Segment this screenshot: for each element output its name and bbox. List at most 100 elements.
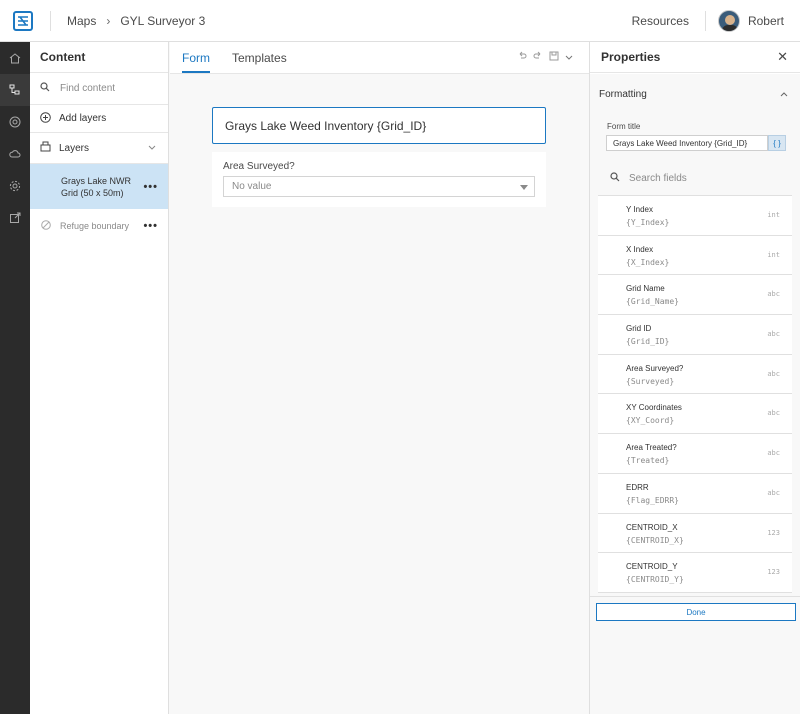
done-button[interactable]: Done [596, 603, 796, 621]
field-expression: {CENTROID_X} [626, 535, 684, 545]
more-options-icon[interactable]: ••• [143, 220, 158, 232]
layer-name: Refuge boundary [60, 221, 130, 231]
field-name: Area Surveyed? [626, 363, 684, 373]
field-type: abc [767, 409, 780, 418]
more-options-icon[interactable]: ••• [143, 181, 158, 193]
field-expression: {CENTROID_Y} [626, 575, 684, 585]
layers-stack-icon [40, 141, 51, 155]
left-rail [0, 42, 30, 714]
form-canvas: Grays Lake Weed Inventory {Grid_ID} Area… [170, 74, 589, 714]
avatar[interactable] [717, 9, 740, 32]
field-name: EDRR [626, 482, 649, 492]
field-expression: {Y_Index} [626, 218, 670, 227]
formatting-section-toggle[interactable]: Formatting [590, 74, 800, 114]
search-icon [610, 172, 620, 185]
chevron-down-icon[interactable] [565, 52, 573, 64]
chevron-down-icon [148, 143, 156, 154]
layer-name: Grays Lake NWR Grid (50 x 50m) [61, 175, 132, 198]
field-expression: {XY_Coord} [626, 416, 675, 426]
layers-icon[interactable] [0, 74, 30, 106]
divider [590, 596, 800, 597]
field-type: 123 [767, 568, 780, 577]
tab-templates[interactable]: Templates [232, 51, 287, 73]
add-layers-button[interactable]: Add layers [30, 105, 168, 133]
field-expression: {Flag_EDRR} [626, 495, 679, 505]
properties-title: Properties [601, 50, 661, 64]
form-title-input[interactable]: Grays Lake Weed Inventory {Grid_ID} [606, 135, 768, 151]
form-title-element[interactable]: Grays Lake Weed Inventory {Grid_ID} [212, 107, 546, 144]
share-icon[interactable] [0, 202, 30, 234]
undo-icon[interactable] [517, 51, 527, 64]
home-icon[interactable] [0, 42, 30, 74]
field-name: Area Treated? [626, 443, 677, 453]
header-divider [704, 10, 706, 31]
layers-label: Layers [59, 142, 90, 154]
field-type: abc [767, 369, 780, 378]
breadcrumb-current: GYL Surveyor 3 [120, 13, 206, 28]
search-icon [40, 82, 50, 95]
properties-header: Properties ✕ [590, 42, 800, 73]
field-type: abc [767, 330, 780, 339]
disabled-icon [41, 220, 51, 232]
field-item[interactable]: Grid Name {Grid_Name} abc [598, 275, 792, 316]
app-header: Maps › GYL Surveyor 3 Resources Robert [0, 0, 800, 42]
field-item[interactable]: CENTROID_X {CENTROID_X} 123 [598, 513, 792, 554]
layers-section-toggle[interactable]: Layers [30, 133, 168, 164]
cloud-icon[interactable] [0, 138, 30, 170]
field-expression: {Treated} [626, 456, 670, 466]
field-item[interactable]: Area Treated? {Treated} abc [598, 434, 792, 474]
field-name: CENTROID_X [626, 522, 678, 532]
field-item[interactable]: X Index {X_Index} int [598, 235, 792, 276]
field-item[interactable]: XY Coordinates {XY_Coord} abc [598, 394, 792, 435]
field-item[interactable]: CENTROID_Y {CENTROID_Y} 123 [598, 553, 792, 593]
form-field-area-surveyed[interactable]: Area Surveyed? No value [212, 152, 546, 207]
gear-icon[interactable] [0, 170, 30, 202]
field-item[interactable]: Area Surveyed? {Surveyed} abc [598, 354, 792, 395]
content-panel: Content Find content Add layers Layers G… [30, 42, 169, 714]
field-name: CENTROID_Y [626, 562, 678, 572]
user-name[interactable]: Robert [748, 14, 784, 28]
breadcrumb: Maps › GYL Surveyor 3 [67, 14, 205, 28]
field-name: X Index [626, 244, 654, 254]
close-icon[interactable]: ✕ [777, 49, 788, 65]
formatting-label: Formatting [599, 88, 647, 100]
field-item[interactable]: Y Index {Y_Index} int [598, 196, 792, 236]
field-type: abc [767, 290, 780, 299]
field-label: Area Surveyed? [223, 161, 295, 172]
field-type: 123 [767, 528, 780, 537]
form-tabs-bar: Form Templates [170, 42, 589, 74]
search-fields-placeholder: Search fields [629, 173, 687, 184]
area-surveyed-select[interactable]: No value [223, 176, 535, 197]
caret-down-icon [520, 185, 528, 190]
field-name: Y Index [626, 205, 653, 214]
layer-item-grid[interactable]: Grays Lake NWR Grid (50 x 50m) ••• [30, 164, 168, 209]
search-fields-input[interactable]: Search fields [598, 162, 792, 196]
field-item[interactable]: Grid ID {Grid_ID} abc [598, 315, 792, 355]
tab-form[interactable]: Form [182, 51, 210, 73]
layer-item-refuge-boundary[interactable]: Refuge boundary ••• [30, 209, 168, 243]
field-type: abc [767, 488, 780, 497]
save-icon[interactable] [549, 51, 559, 64]
field-expression: {Surveyed} [626, 376, 675, 386]
find-content-placeholder: Find content [60, 83, 116, 94]
field-item[interactable]: EDRR {Flag_EDRR} abc [598, 473, 792, 514]
resources-link[interactable]: Resources [632, 14, 689, 28]
plus-circle-icon [40, 111, 51, 126]
form-title-label: Form title [607, 122, 641, 131]
field-name: Grid Name [626, 284, 665, 294]
field-expression: {Grid_ID} [626, 337, 670, 347]
add-layers-label: Add layers [59, 113, 107, 124]
find-content-input[interactable]: Find content [30, 73, 168, 105]
chevron-up-icon [780, 89, 788, 100]
header-divider [50, 10, 51, 31]
field-list: Y Index {Y_Index} int X Index {X_Index} … [598, 196, 792, 593]
app-logo-icon[interactable] [13, 10, 33, 31]
field-name: Grid ID [626, 324, 652, 334]
field-type: abc [767, 449, 780, 458]
field-type: int [767, 250, 780, 259]
redo-icon[interactable] [533, 51, 543, 64]
breadcrumb-maps-link[interactable]: Maps [67, 14, 96, 28]
expression-button[interactable]: { } [768, 135, 786, 151]
field-expression: {Grid_Name} [626, 297, 679, 307]
target-icon[interactable] [0, 106, 30, 138]
